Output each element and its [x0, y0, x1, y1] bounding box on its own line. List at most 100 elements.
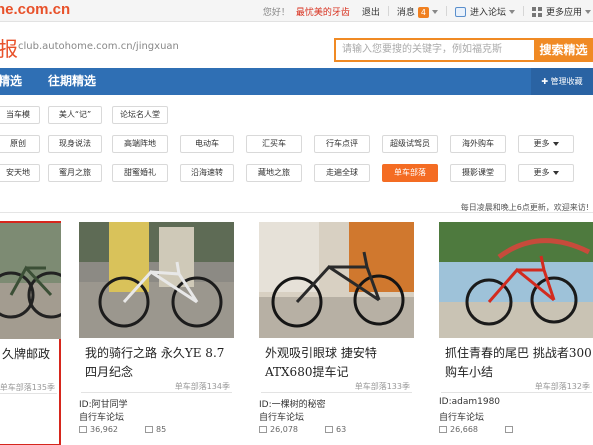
post-card[interactable]: 外观吸引眼球 捷安特ATX680提车记 单车部落133季 ID:一棵树的秘密 自… [259, 222, 414, 445]
nav-tab-featured[interactable]: 精选 [0, 68, 22, 95]
post-title[interactable]: 我的骑行之路 永久YE 8.7四月纪念 [85, 344, 233, 382]
apps-grid-icon [531, 7, 542, 17]
tag-item[interactable]: 走遍全球 [314, 164, 370, 182]
manage-favorites-label: 管理收藏 [550, 77, 583, 86]
forum-icon [454, 7, 466, 17]
tag-item[interactable]: 沿海速转 [180, 164, 234, 182]
divider [261, 392, 412, 393]
top-links: 您好！ 最忧美的牙齿 退出 消息 4 进入论坛 更多应用 [263, 0, 593, 22]
chevron-down-icon [552, 141, 559, 146]
tag-item[interactable]: 原创 [0, 135, 40, 153]
tag-item[interactable]: 安天地 [0, 164, 40, 182]
header: 报 club.autohome.com.cn/jingxuan 请输入您要搜的关… [0, 22, 593, 68]
views-icon [439, 426, 447, 433]
tag-item[interactable]: 甜蜜婚礼 [112, 164, 168, 182]
tag-item[interactable]: 藏地之旅 [246, 164, 302, 182]
nav-tab-past-featured[interactable]: 往期精选 [48, 68, 96, 95]
site-logo[interactable]: ne.com.cn [0, 0, 70, 20]
forum-entry-menu[interactable]: 进入论坛 [454, 5, 515, 18]
post-card[interactable]: 我的骑行之路 永久YE 8.7四月纪念 单车部落134季 ID:阿甘同学 自行车… [79, 222, 234, 445]
chevron-down-icon [585, 10, 591, 14]
tag-item[interactable]: 海外购车 [450, 135, 506, 153]
more-label: 更多 [533, 168, 550, 177]
chevron-down-icon [431, 10, 438, 14]
brand-title: 报 [0, 37, 18, 61]
post-forum-link[interactable]: 自行车论坛 [259, 410, 304, 423]
replies-count: 85 [156, 425, 167, 434]
post-author[interactable]: ID:adam1980 [439, 397, 500, 407]
post-replies: 63 [325, 425, 346, 434]
tag-item[interactable]: 摄影课堂 [450, 164, 506, 182]
post-title[interactable]: 外观吸引眼球 捷安特ATX680提车记 [265, 344, 413, 382]
tag-item[interactable]: 行车点评 [314, 135, 370, 153]
divider [522, 6, 524, 16]
post-views: 26,668 [439, 425, 478, 434]
post-board-label: 单车部落132季 [534, 382, 590, 391]
tag-item[interactable]: 高端阵地 [112, 135, 168, 153]
messages-label: 消息 [396, 7, 415, 18]
tag-item-active[interactable]: 单车部落 [382, 164, 438, 182]
post-board-label: 单车部落133季 [354, 382, 410, 391]
post-card[interactable]: 久牌邮政 单车部落135季 [0, 221, 61, 445]
messages-count-badge: 4 [417, 6, 429, 18]
forum-entry-label: 进入论坛 [469, 7, 506, 18]
views-count: 26,668 [450, 425, 478, 434]
replies-icon [145, 426, 153, 433]
logout-link[interactable]: 退出 [362, 5, 380, 18]
tag-item[interactable]: 汇买车 [246, 135, 302, 153]
manage-favorites-button[interactable]: ✚ 管理收藏 [531, 68, 593, 95]
post-photo[interactable] [439, 222, 593, 338]
chevron-down-icon [552, 170, 559, 175]
chevron-down-icon [508, 10, 515, 14]
tag-item[interactable]: 美人“记” [48, 106, 102, 124]
tag-item[interactable]: 电动车 [180, 135, 234, 153]
views-icon [259, 426, 267, 433]
more-tags-button[interactable]: 更多 [518, 135, 574, 153]
divider [387, 6, 389, 16]
tag-item[interactable]: 当车模 [0, 106, 40, 124]
more-apps-menu[interactable]: 更多应用 [531, 5, 591, 18]
messages-menu[interactable]: 消息 4 [397, 5, 438, 18]
post-author[interactable]: ID:一棵树的秘密 [259, 397, 326, 410]
nav-bar: 精选 往期精选 ✚ 管理收藏 [0, 68, 593, 95]
post-photo[interactable] [0, 223, 61, 339]
more-apps-label: 更多应用 [545, 7, 582, 18]
post-board-label: 单车部落134季 [174, 382, 230, 391]
post-title[interactable]: 久牌邮政 [2, 345, 62, 364]
post-board-label: 单车部落135季 [0, 383, 55, 392]
post-forum-link[interactable]: 自行车论坛 [79, 410, 124, 423]
views-count: 26,078 [270, 425, 298, 434]
greeting-text: 您好！ [262, 7, 290, 18]
site-url: club.autohome.com.cn/jingxuan [18, 41, 179, 52]
top-bar: ne.com.cn 您好！ 最忧美的牙齿 退出 消息 4 进入论坛 更多应用 [0, 0, 593, 22]
views-icon [79, 426, 87, 433]
views-count: 36,962 [90, 425, 118, 434]
tag-item[interactable]: 超级试驾员 [382, 135, 438, 153]
post-title[interactable]: 抓住青春的尾巴 挑战者300购车小结 [445, 344, 593, 382]
post-photo[interactable] [79, 222, 234, 338]
post-photo[interactable] [259, 222, 414, 338]
post-card[interactable]: 抓住青春的尾巴 挑战者300购车小结 单车部落132季 ID:adam1980 … [439, 222, 593, 445]
search-button[interactable]: 搜索精选 [534, 38, 593, 62]
search-input[interactable]: 请输入您要搜的关键字，例如福克斯 [334, 38, 534, 62]
divider [441, 392, 592, 393]
replies-icon [505, 426, 513, 433]
divider [0, 212, 593, 213]
post-views: 36,962 [79, 425, 118, 434]
tag-item[interactable]: 现身说法 [48, 135, 102, 153]
divider [0, 393, 57, 394]
page: ne.com.cn 您好！ 最忧美的牙齿 退出 消息 4 进入论坛 更多应用 报 … [0, 0, 593, 445]
post-views: 26,078 [259, 425, 298, 434]
more-tags-button[interactable]: 更多 [518, 164, 574, 182]
plus-icon: ✚ [541, 77, 551, 86]
post-forum-link[interactable]: 自行车论坛 [439, 410, 484, 423]
divider [81, 392, 232, 393]
tag-item[interactable]: 蜜月之旅 [48, 164, 102, 182]
tag-item[interactable]: 论坛名人堂 [112, 106, 168, 124]
post-replies [505, 425, 516, 434]
replies-icon [325, 426, 333, 433]
username-link[interactable]: 最忧美的牙齿 [296, 5, 350, 18]
post-author[interactable]: ID:阿甘同学 [79, 397, 128, 410]
replies-count: 63 [336, 425, 347, 434]
post-replies: 85 [145, 425, 166, 434]
